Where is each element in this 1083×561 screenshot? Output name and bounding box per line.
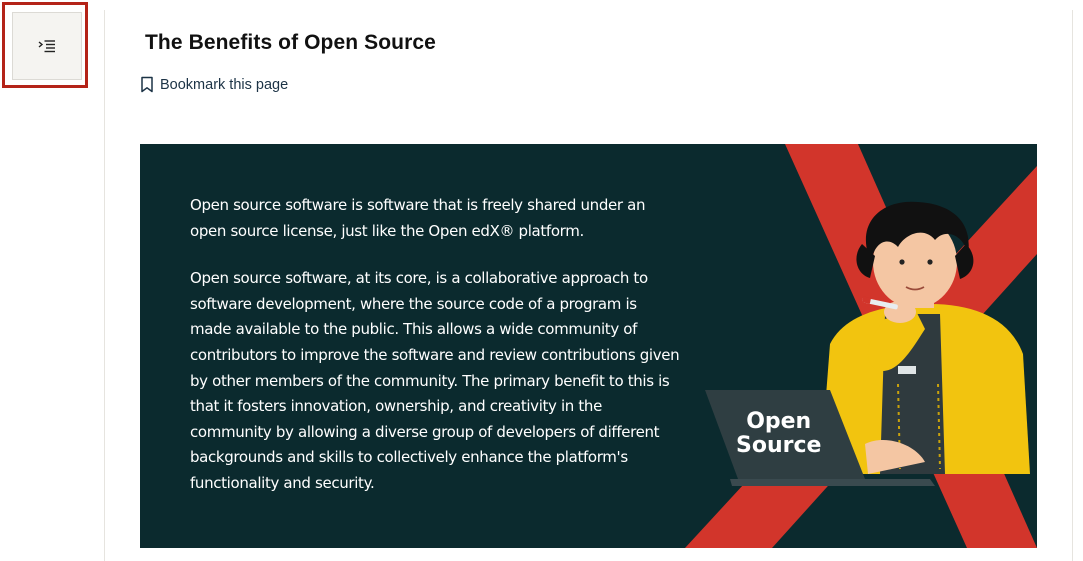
sidebar-toggle-button[interactable] bbox=[12, 12, 82, 80]
unit-title: The Benefits of Open Source bbox=[145, 31, 436, 54]
bookmark-button[interactable]: Bookmark this page bbox=[140, 76, 288, 93]
courseware-page: The Benefits of Open Source Bookmark thi… bbox=[0, 0, 1083, 561]
hero-paragraph: Open source software, at its core, is a … bbox=[190, 269, 680, 492]
list-indent-icon bbox=[38, 40, 55, 53]
hero-text: Open source software is software that is… bbox=[190, 193, 680, 519]
laptop-label-line-1: Open bbox=[746, 409, 812, 434]
laptop-label-line-2: Source bbox=[736, 433, 822, 458]
content-right-border bbox=[1072, 10, 1073, 561]
bookmark-label: Bookmark this page bbox=[160, 76, 289, 93]
hero-paragraph: Open source software is software that is… bbox=[190, 196, 646, 240]
content-left-border bbox=[104, 10, 105, 561]
bookmark-icon bbox=[141, 76, 153, 93]
hero-banner: Open source software is software that is… bbox=[140, 144, 1037, 548]
laptop-label: Open Source bbox=[736, 410, 821, 458]
sidebar-toggle-focus-outline bbox=[2, 2, 88, 88]
